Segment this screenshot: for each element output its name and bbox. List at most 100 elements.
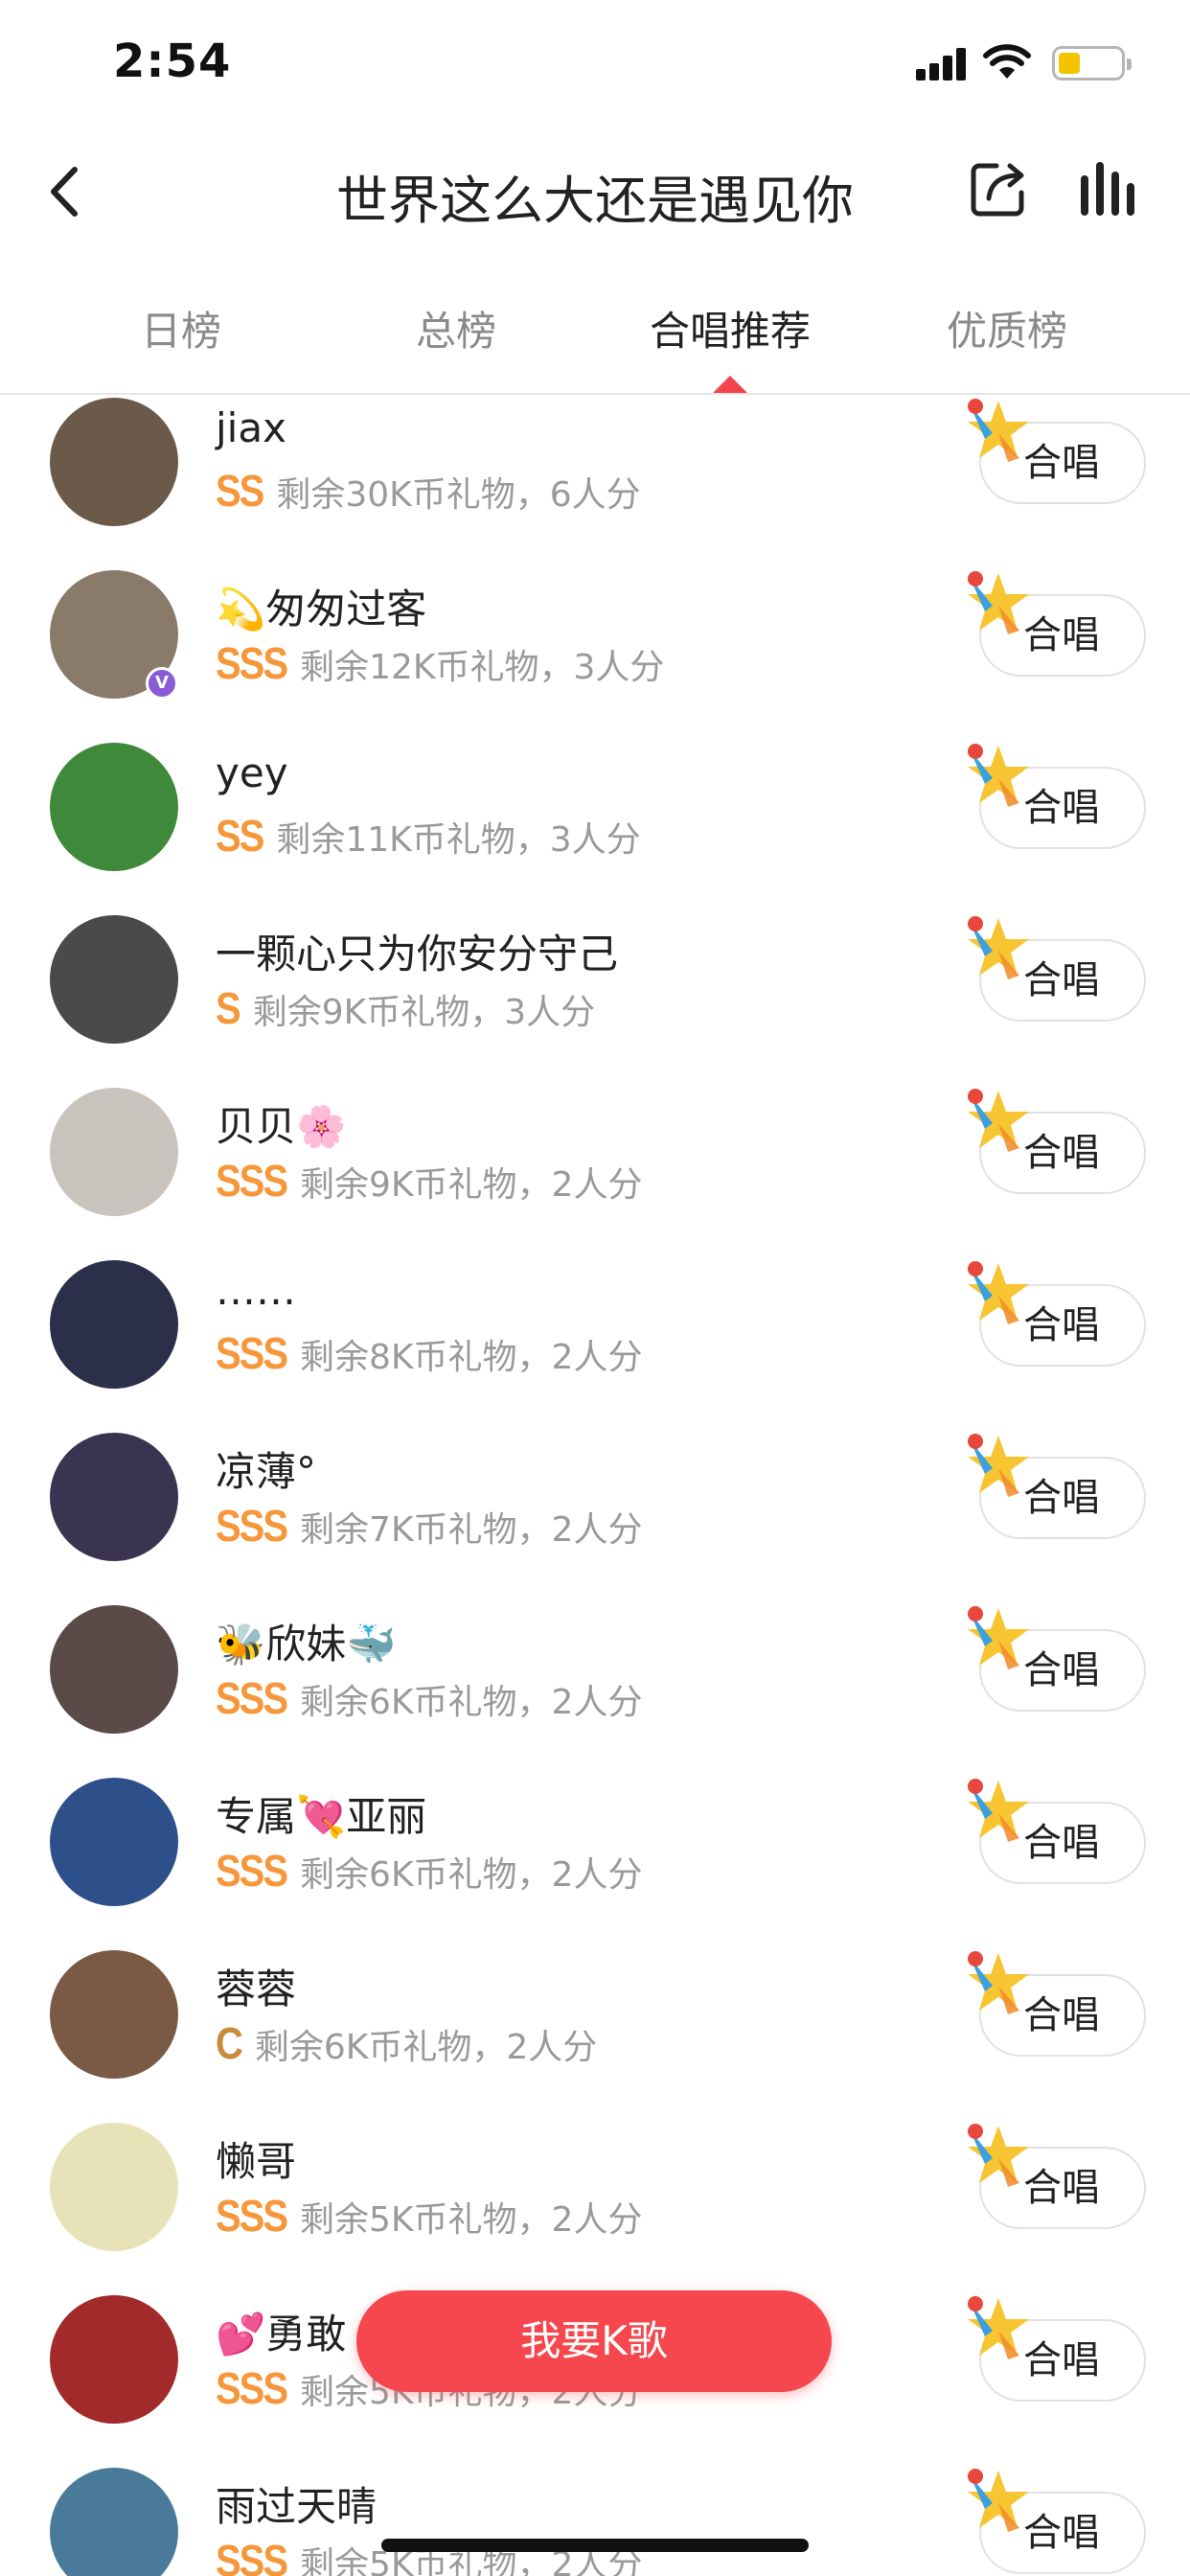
list-item[interactable]: 雨过天晴 SSS 剩余5K币礼物，2人分 合唱 bbox=[0, 2465, 1190, 2576]
gift-remaining-text: 剩余8K币礼物，2人分 bbox=[300, 1338, 643, 1377]
grade-badge: SSS bbox=[216, 2537, 288, 2576]
duet-star-icon bbox=[960, 1947, 1033, 2022]
tab-duet-recommend[interactable]: 合唱推荐 bbox=[650, 299, 811, 357]
duet-star-icon bbox=[960, 1085, 1033, 1160]
gift-remaining-text: 剩余11K币礼物，3人分 bbox=[276, 820, 641, 860]
share-icon[interactable] bbox=[968, 158, 1029, 219]
grade-badge: SS bbox=[216, 467, 264, 516]
cellular-signal-icon bbox=[916, 48, 966, 80]
duet-star-icon bbox=[960, 740, 1033, 815]
gift-remaining-text: 剩余6K币礼物，2人分 bbox=[254, 2028, 598, 2067]
duet-star-icon bbox=[960, 912, 1033, 987]
battery-icon bbox=[1052, 46, 1132, 80]
grade-badge: SSS bbox=[216, 1674, 288, 1723]
grade-badge: S bbox=[216, 984, 241, 1033]
gift-remaining-text: 剩余6K币礼物，2人分 bbox=[300, 1683, 643, 1722]
home-indicator bbox=[381, 2539, 809, 2552]
grade-badge: SSS bbox=[216, 1502, 288, 1551]
list-item[interactable]: V 💫匆匆过客 SSS 剩余12K币礼物，3人分 合唱 bbox=[0, 567, 1190, 740]
user-name: 专属💘亚丽 bbox=[216, 1793, 427, 1840]
duet-star-icon bbox=[960, 1430, 1033, 1505]
tab-bar: 日榜 总榜 合唱推荐 优质榜 bbox=[0, 278, 1190, 395]
user-name: 蓉蓉 bbox=[216, 1966, 297, 2012]
gift-info: SSS 剩余5K币礼物，2人分 bbox=[216, 2192, 642, 2242]
list-item[interactable]: …… SSS 剩余8K币礼物，2人分 合唱 bbox=[0, 1257, 1190, 1430]
grade-badge: SSS bbox=[216, 2364, 288, 2413]
header: 世界这么大还是遇见你 bbox=[0, 129, 1190, 254]
user-name: jiax bbox=[216, 404, 286, 451]
list-item[interactable]: 懒哥 SSS 剩余5K币礼物，2人分 合唱 bbox=[0, 2120, 1190, 2292]
avatar[interactable] bbox=[50, 743, 178, 871]
gift-info: SSS 剩余8K币礼物，2人分 bbox=[216, 1329, 642, 1379]
list-item[interactable]: 蓉蓉 C 剩余6K币礼物，2人分 合唱 bbox=[0, 1947, 1190, 2120]
gift-remaining-text: 剩余9K币礼物，3人分 bbox=[252, 993, 596, 1032]
avatar[interactable] bbox=[50, 1260, 178, 1389]
list-item[interactable]: 专属💘亚丽 SSS 剩余6K币礼物，2人分 合唱 bbox=[0, 1775, 1190, 1947]
gift-info: SSS 剩余12K币礼物，3人分 bbox=[216, 639, 664, 689]
grade-badge: SSS bbox=[216, 1157, 288, 1206]
grade-badge: SSS bbox=[216, 2192, 288, 2241]
gift-info: SSS 剩余6K币礼物，2人分 bbox=[216, 1674, 642, 1724]
gift-info: SS 剩余30K币礼物，6人分 bbox=[216, 467, 641, 517]
user-name: 🐝欣妹🐳 bbox=[216, 1621, 397, 1668]
sing-karaoke-button[interactable]: 我要K歌 bbox=[356, 2290, 832, 2392]
avatar[interactable] bbox=[50, 1778, 178, 1906]
gift-remaining-text: 剩余30K币礼物，6人分 bbox=[276, 475, 641, 515]
avatar[interactable] bbox=[50, 1433, 178, 1561]
gift-info: SSS 剩余7K币礼物，2人分 bbox=[216, 1502, 642, 1552]
avatar[interactable] bbox=[50, 2123, 178, 2251]
grade-badge: SSS bbox=[216, 1329, 288, 1378]
grade-badge: SSS bbox=[216, 639, 288, 688]
gift-remaining-text: 剩余9K币礼物，2人分 bbox=[300, 1165, 643, 1205]
grade-badge: SSS bbox=[216, 1847, 288, 1896]
duet-star-icon bbox=[960, 2292, 1033, 2367]
avatar[interactable] bbox=[50, 2295, 178, 2424]
avatar[interactable] bbox=[50, 398, 178, 526]
gift-info: SSS 剩余9K币礼物，2人分 bbox=[216, 1157, 642, 1207]
duet-star-icon bbox=[960, 1602, 1033, 1677]
music-bars-icon[interactable] bbox=[1077, 158, 1144, 219]
gift-remaining-text: 剩余6K币礼物，2人分 bbox=[300, 1855, 643, 1895]
duet-star-icon bbox=[960, 1257, 1033, 1332]
user-name: 💕勇敢 bbox=[216, 2311, 347, 2358]
tab-daily[interactable]: 日榜 bbox=[141, 299, 221, 357]
grade-badge: SS bbox=[216, 812, 264, 861]
user-name: 💫匆匆过客 bbox=[216, 586, 427, 632]
active-tab-indicator bbox=[713, 376, 747, 393]
user-name: …… bbox=[216, 1267, 296, 1314]
wifi-icon bbox=[983, 44, 1031, 79]
tab-quality[interactable]: 优质榜 bbox=[947, 299, 1067, 357]
avatar[interactable] bbox=[50, 2468, 178, 2576]
list-item[interactable]: 🐝欣妹🐳 SSS 剩余6K币礼物，2人分 合唱 bbox=[0, 1602, 1190, 1775]
list-item[interactable]: yey SS 剩余11K币礼物，3人分 合唱 bbox=[0, 740, 1190, 912]
avatar[interactable] bbox=[50, 1088, 178, 1216]
list-item[interactable]: jiax SS 剩余30K币礼物，6人分 合唱 bbox=[0, 395, 1190, 567]
user-name: 雨过天晴 bbox=[216, 2483, 378, 2530]
user-name: 一颗心只为你安分守己 bbox=[216, 931, 619, 978]
avatar[interactable] bbox=[50, 915, 178, 1044]
duet-star-icon bbox=[960, 567, 1033, 642]
user-name: 贝贝🌸 bbox=[216, 1103, 347, 1150]
list-item[interactable]: 贝贝🌸 SSS 剩余9K币礼物，2人分 合唱 bbox=[0, 1085, 1190, 1257]
status-bar: 2:54 bbox=[0, 0, 1190, 129]
list-item[interactable]: 凉薄° SSS 剩余7K币礼物，2人分 合唱 bbox=[0, 1430, 1190, 1602]
avatar[interactable] bbox=[50, 1950, 178, 2079]
user-name: 凉薄° bbox=[216, 1448, 317, 1495]
duet-star-icon bbox=[960, 1775, 1033, 1850]
avatar[interactable] bbox=[50, 1605, 178, 1734]
gift-remaining-text: 剩余12K币礼物，3人分 bbox=[300, 648, 665, 687]
gift-info: C 剩余6K币礼物，2人分 bbox=[216, 2019, 597, 2069]
duet-list: jiax SS 剩余30K币礼物，6人分 合唱 V 💫匆匆过客 SSS 剩余12K币礼物，3人… bbox=[0, 395, 1190, 2576]
gift-info: SS 剩余11K币礼物，3人分 bbox=[216, 812, 641, 862]
gift-remaining-text: 剩余7K币礼物，2人分 bbox=[300, 1510, 643, 1550]
duet-star-icon bbox=[960, 2465, 1033, 2540]
status-time: 2:54 bbox=[113, 34, 232, 88]
gift-info: SSS 剩余6K币礼物，2人分 bbox=[216, 1847, 642, 1897]
duet-star-icon bbox=[960, 2120, 1033, 2195]
user-name: 懒哥 bbox=[216, 2138, 297, 2185]
gift-info: S 剩余9K币礼物，3人分 bbox=[216, 984, 595, 1034]
duet-star-icon bbox=[960, 395, 1033, 470]
tab-total[interactable]: 总榜 bbox=[416, 299, 496, 357]
grade-badge: C bbox=[216, 2019, 243, 2068]
list-item[interactable]: 一颗心只为你安分守己 S 剩余9K币礼物，3人分 合唱 bbox=[0, 912, 1190, 1085]
